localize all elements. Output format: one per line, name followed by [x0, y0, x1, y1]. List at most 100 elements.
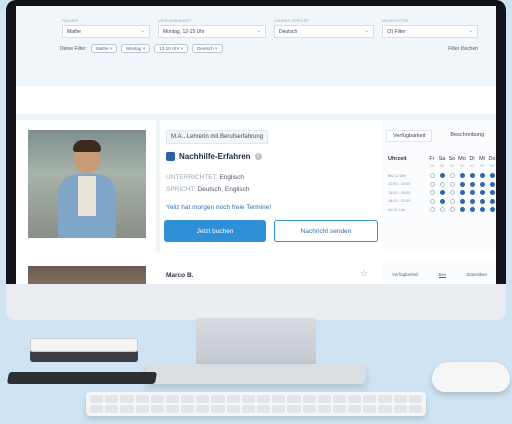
slot-label: Ab 21 Uhr	[388, 207, 406, 212]
filter-chip-time[interactable]: 12-15 Uhr ×	[154, 44, 189, 53]
filter-chip-subject[interactable]: Mathe ×	[90, 44, 118, 53]
slot-unavailable-icon	[448, 181, 456, 187]
active-filters-label: Deine Filter:	[60, 45, 87, 52]
slot-unavailable-icon	[428, 207, 436, 213]
more-filters-value: (3) Filter	[387, 29, 406, 35]
slot-available-icon[interactable]	[488, 190, 496, 196]
keyboard-key	[120, 405, 134, 413]
slot-available-icon[interactable]	[468, 198, 476, 204]
keyboard-key	[150, 395, 164, 403]
keyboard-key	[317, 405, 331, 413]
slot-available-icon[interactable]	[488, 181, 496, 187]
language-select[interactable]: Deutsch ⌄	[274, 25, 374, 38]
keyboard-key	[363, 405, 377, 413]
keyboard-key	[287, 395, 301, 403]
availability-value: Montag, 12-15 Uhr	[163, 29, 205, 35]
date-header: 31	[450, 164, 454, 168]
monitor-stand	[196, 318, 316, 370]
book-now-button[interactable]: Jetzt buchen	[164, 220, 266, 242]
slot-available-icon[interactable]	[458, 198, 466, 204]
keyboard-key	[348, 405, 362, 413]
slot-available-icon[interactable]	[488, 198, 496, 204]
keyboard-key	[241, 405, 255, 413]
day-header: Di	[469, 156, 475, 162]
availability-tabs-2: Verfügbarkeit Bes Statistiken	[392, 272, 487, 278]
keyboard-key	[165, 405, 180, 413]
clear-filters-link[interactable]: Filter löschen	[448, 46, 478, 52]
slot-available-icon[interactable]	[478, 198, 486, 204]
slot-available-icon[interactable]	[468, 181, 476, 187]
day-header: Do	[488, 156, 496, 162]
keyboard-key	[90, 395, 104, 403]
filter-bar: FACHER Mathe ⌄ VERFÜGBARKEIT Montag, 12-…	[16, 6, 496, 86]
availability-tabs: Verfügbarkeit Beschreibung	[386, 130, 488, 142]
speaks-key: SPRICHT:	[166, 186, 196, 193]
active-filters: Deine Filter: Mathe × Montag × 12-15 Uhr…	[60, 44, 223, 53]
slot-available-icon[interactable]	[488, 173, 496, 179]
availability-panel: Verfügbarkeit Beschreibung Uhrzeit Fr Sa S…	[382, 120, 496, 252]
slot-label: 12:00 - 15:00	[388, 182, 411, 186]
slot-available-icon[interactable]	[468, 190, 476, 196]
teacher-photo[interactable]	[28, 130, 146, 238]
slot-available-icon[interactable]	[458, 207, 466, 213]
time-header: Uhrzeit	[388, 156, 407, 162]
keyboard-key	[348, 395, 362, 403]
favorite-star-icon[interactable]: ☆	[360, 268, 368, 279]
date-header: 04	[490, 164, 494, 168]
date-header: 02	[470, 164, 474, 168]
keyboard-key	[256, 405, 271, 413]
keyboard-key	[135, 405, 149, 413]
slot-available-icon[interactable]	[478, 207, 486, 213]
slot-unavailable-icon	[448, 207, 456, 213]
book-middle	[30, 338, 138, 352]
subject-select[interactable]: Mathe ⌄	[62, 25, 150, 38]
keyboard-key	[287, 405, 301, 413]
tab-availability-2[interactable]: Verfügbarkeit	[392, 272, 419, 278]
teaches-row: UNTERRICHTET: Englisch	[166, 174, 244, 181]
chevron-down-icon: ⌄	[468, 28, 473, 34]
qualification-tag: M.A., Lehrerin mit Berufserfahrung	[166, 130, 269, 144]
filter-chip-language[interactable]: Deutsch ×	[192, 44, 223, 53]
filter-subject: FACHER Mathe ⌄	[62, 18, 150, 38]
teaches-key: UNTERRICHTET:	[166, 174, 218, 181]
tab-description[interactable]: Beschreibung	[446, 130, 488, 142]
slot-available-icon[interactable]	[468, 207, 476, 213]
slot-available-icon[interactable]	[458, 190, 466, 196]
tab-description-2[interactable]: Bes	[438, 272, 447, 278]
tab-statistics-2[interactable]: Statistiken	[466, 272, 487, 278]
slot-available-icon[interactable]	[478, 181, 486, 187]
keyboard-key	[393, 405, 407, 413]
slot-unavailable-icon	[428, 181, 436, 187]
keyboard-key	[181, 405, 195, 413]
slot-unavailable-icon	[438, 207, 446, 213]
send-message-button[interactable]: Nachricht senden	[274, 220, 378, 242]
chevron-down-icon: ⌄	[364, 28, 369, 34]
keyboard-key	[393, 395, 407, 403]
slot-available-icon[interactable]	[488, 207, 496, 213]
teacher-photo-2[interactable]	[28, 266, 146, 284]
filter-chip-day[interactable]: Montag ×	[121, 44, 151, 53]
slot-available-icon[interactable]	[438, 190, 446, 196]
slot-available-icon[interactable]	[438, 198, 446, 204]
filter-availability: VERFÜGBARKEIT Montag, 12-15 Uhr ⌄	[158, 18, 266, 38]
keyboard-key	[241, 395, 255, 403]
date-header: 01	[460, 164, 464, 168]
speaks-row: SPRICHT: Deutsch, Englisch	[166, 186, 249, 193]
slot-row: 18:00 - 21:00	[388, 198, 496, 205]
slot-available-icon[interactable]	[458, 181, 466, 187]
date-header: 30	[440, 164, 444, 168]
slot-label: 15:00 - 18:00	[388, 190, 411, 195]
availability-select[interactable]: Montag, 12-15 Uhr ⌄	[158, 25, 266, 38]
more-filters-select[interactable]: (3) Filter ⌄	[382, 25, 478, 38]
slot-available-icon[interactable]	[468, 173, 476, 179]
slot-available-icon[interactable]	[478, 190, 486, 196]
info-icon[interactable]: i	[254, 153, 262, 160]
keyboard-key	[226, 405, 240, 413]
slot-available-icon[interactable]	[458, 173, 466, 179]
slot-unavailable-icon	[438, 181, 446, 187]
keyboard-key	[211, 395, 225, 403]
keyboard-key	[181, 395, 195, 403]
slot-available-icon[interactable]	[438, 173, 446, 179]
slot-available-icon[interactable]	[478, 173, 486, 179]
tab-availability[interactable]: Verfügbarkeit	[386, 130, 433, 142]
